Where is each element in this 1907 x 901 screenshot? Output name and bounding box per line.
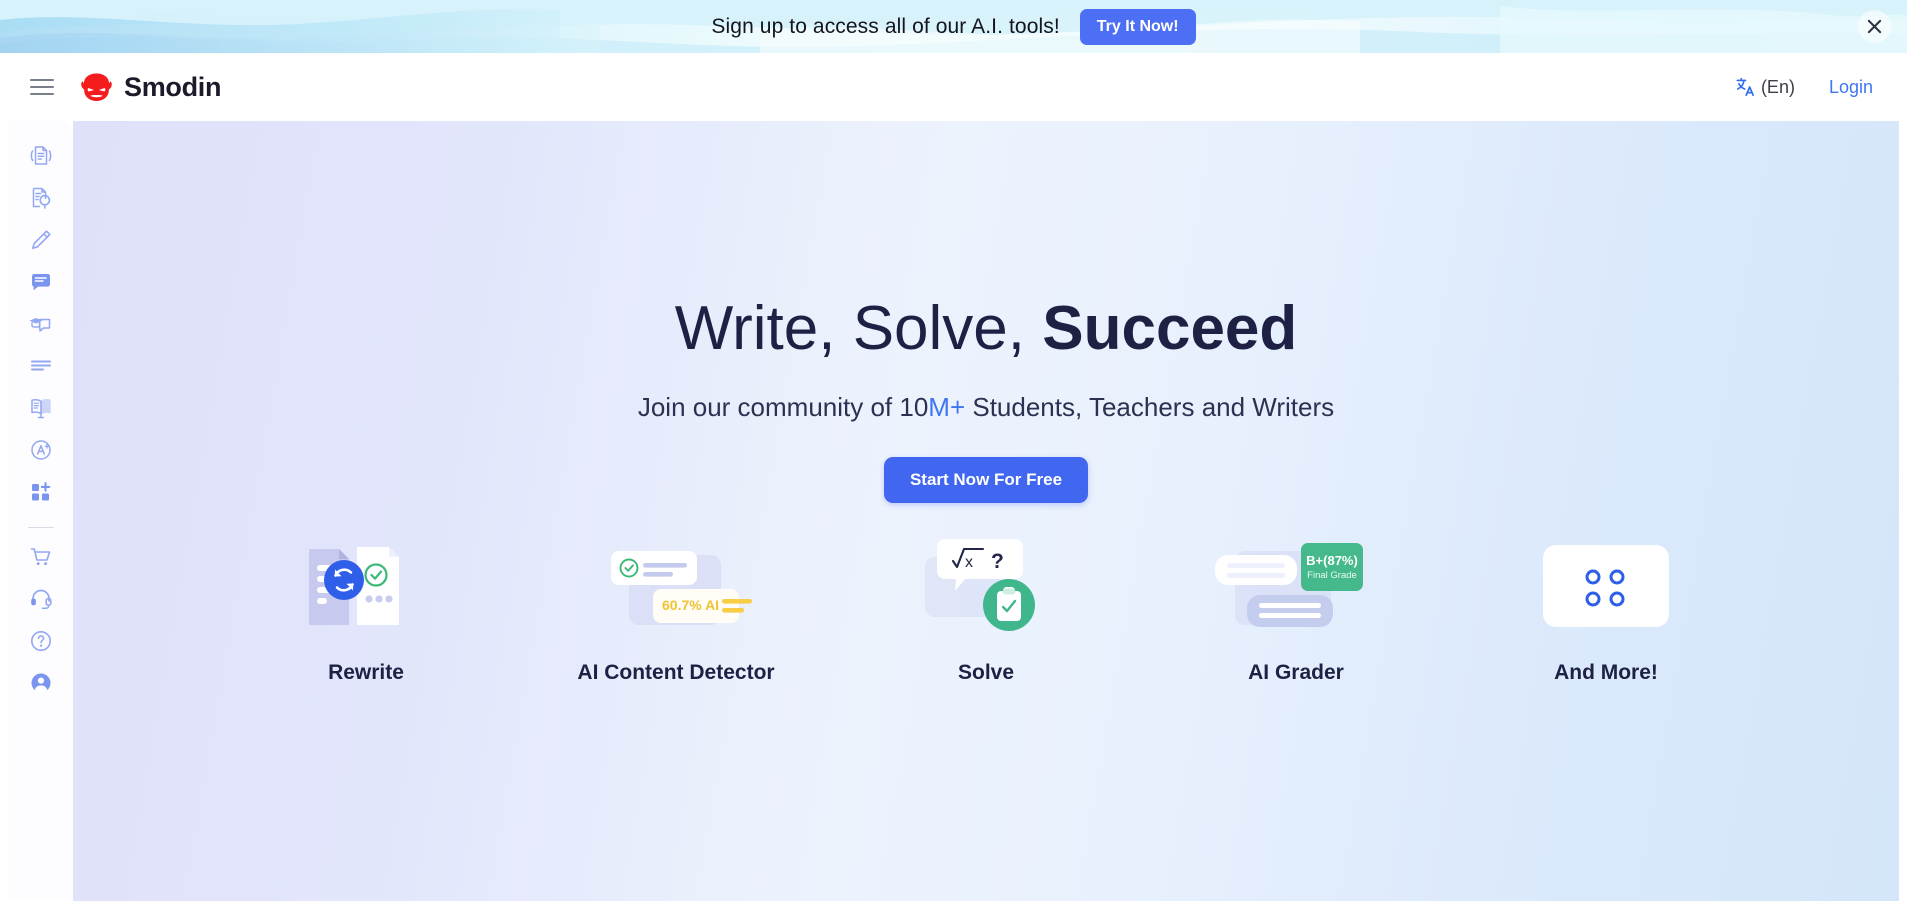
feature-card-solve[interactable]: x ? Solve — [891, 533, 1081, 685]
document-rewrite-icon — [30, 146, 51, 165]
start-now-for-free-button[interactable]: Start Now For Free — [883, 457, 1089, 503]
promo-close-button[interactable] — [1858, 10, 1891, 43]
svg-text:x: x — [965, 554, 973, 571]
smodin-robot-logo-icon — [81, 73, 112, 102]
rewrite-documents-illustration — [271, 533, 461, 643]
grade-a-plus-icon — [30, 440, 51, 460]
graduation-chat-icon — [29, 318, 50, 332]
hero-subtitle-pre: Join our community of 10 — [637, 392, 929, 422]
feature-card-rewrite[interactable]: Rewrite — [271, 533, 461, 685]
sidebar-item-summarizer[interactable] — [15, 345, 67, 387]
feature-card-ai-content-detector[interactable]: 60.7% AI AI Content Detector — [577, 533, 775, 685]
document-search-icon — [32, 187, 50, 209]
feature-card-ai-grader[interactable]: B+(87%) Final Grade AI Grader — [1201, 533, 1391, 685]
shopping-cart-icon — [30, 548, 50, 566]
language-label: (En) — [1760, 76, 1795, 97]
sidebar-item-more-tools[interactable] — [15, 471, 67, 513]
feature-card-and-more[interactable]: And More! — [1511, 533, 1701, 685]
ai-percentage-badge: 60.7% AI — [662, 597, 719, 613]
math-solve-illustration: x ? — [891, 533, 1081, 643]
sidebar-divider — [27, 527, 54, 528]
open-book-icon — [30, 399, 51, 419]
brand-logo-link[interactable]: Smodin — [80, 71, 222, 103]
sidebar-item-rewriter[interactable] — [15, 135, 67, 177]
close-icon — [1867, 19, 1882, 34]
user-circle-icon — [31, 673, 50, 693]
pencil-icon — [31, 230, 51, 249]
sidebar-item-ai-content-detector[interactable] — [15, 177, 67, 219]
hero-title-part2: Succeed — [1042, 294, 1298, 363]
hero-subtitle-post: Students, Teachers and Writers — [965, 392, 1335, 422]
svg-text:?: ? — [991, 550, 1004, 573]
headset-icon — [30, 589, 52, 609]
chat-bubble-icon — [31, 274, 50, 291]
feature-label: AI Content Detector — [577, 661, 775, 684]
question-circle-icon — [30, 631, 51, 651]
sidebar-item-help[interactable] — [15, 620, 67, 662]
sidebar-item-support[interactable] — [15, 578, 67, 620]
sidebar-item-chat[interactable] — [15, 261, 67, 303]
promo-try-it-now-button[interactable]: Try It Now! — [1079, 8, 1196, 45]
text-lines-icon — [30, 360, 51, 371]
page-title: Write, Solve, Succeed — [73, 298, 1899, 360]
sidebar-item-writer[interactable] — [15, 219, 67, 261]
sidebar-item-account[interactable] — [15, 662, 67, 704]
translate-icon — [1736, 77, 1754, 97]
hero-subtitle: Join our community of 10M+ Students, Tea… — [73, 392, 1899, 423]
feature-label: Rewrite — [328, 661, 404, 684]
final-grade-label: Final Grade — [1307, 570, 1357, 581]
sidebar-item-pricing[interactable] — [15, 536, 67, 578]
login-link[interactable]: Login — [1829, 77, 1873, 98]
brand-name: Smodin — [124, 71, 222, 102]
promo-message: Sign up to access all of our A.I. tools! — [711, 14, 1060, 38]
feature-label: AI Grader — [1248, 661, 1344, 684]
sidebar-item-ai-grader[interactable] — [15, 429, 67, 471]
sidebar-item-reference-generator[interactable] — [15, 387, 67, 429]
left-sidebar — [8, 121, 73, 901]
feature-row: Rewrite 60.7% AI AI Content Detector x ?… — [73, 533, 1899, 685]
feature-label: Solve — [957, 661, 1015, 684]
hero-title-part1: Write, Solve, — [674, 294, 1043, 363]
feature-label: And More! — [1554, 661, 1658, 684]
hamburger-menu-icon[interactable] — [30, 73, 58, 101]
hero-subtitle-highlight: M+ — [928, 392, 966, 422]
final-grade-value: B+(87%) — [1306, 553, 1358, 568]
sidebar-item-homework-help[interactable] — [15, 303, 67, 345]
grid-plus-icon — [31, 482, 50, 501]
main-hero-area: Write, Solve, Succeed Join our community… — [73, 121, 1899, 901]
top-navigation-bar: Smodin (En) Login — [8, 53, 1899, 121]
ai-detection-cards-illustration: 60.7% AI — [581, 533, 771, 643]
promo-banner: Sign up to access all of our A.I. tools!… — [0, 0, 1907, 53]
language-switcher[interactable]: (En) — [1735, 76, 1795, 98]
grading-cards-illustration: B+(87%) Final Grade — [1201, 533, 1391, 643]
more-tools-card-illustration — [1511, 533, 1701, 643]
